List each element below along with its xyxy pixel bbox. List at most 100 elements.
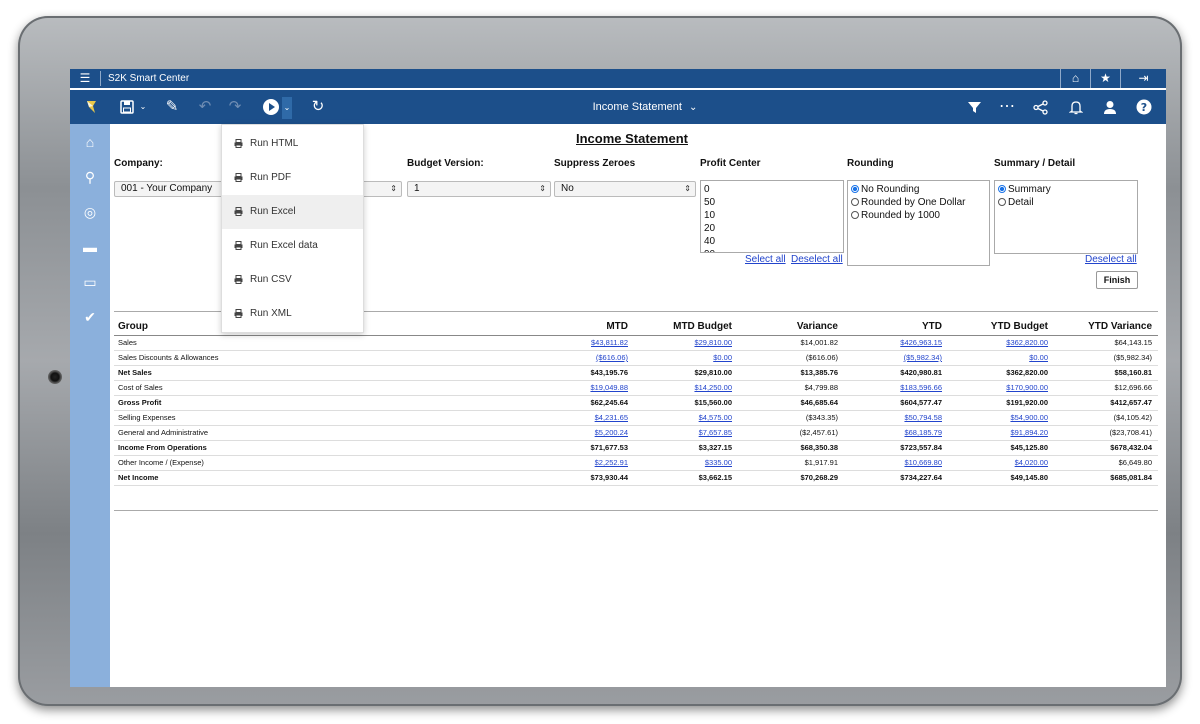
suppress-zeroes-select[interactable]: No ⇕ xyxy=(554,181,696,197)
left-rail: ⌂ ⚲ ◎ ▬ ▭ ✔ xyxy=(70,124,110,687)
list-item[interactable]: 90 xyxy=(704,248,840,252)
mtd-budget-link[interactable]: $14,250.00 xyxy=(694,383,732,392)
ytd-budget-cell: $54,900.00 xyxy=(948,410,1054,426)
list-item[interactable]: 40 xyxy=(704,235,840,248)
redo-icon[interactable]: ↷ xyxy=(224,90,246,124)
ytd-budget-link[interactable]: $91,894.20 xyxy=(1010,428,1048,437)
mtd-link[interactable]: $19,049.88 xyxy=(590,383,628,392)
deselect-all-summary-link[interactable]: Deselect all xyxy=(1085,254,1137,265)
detail-option[interactable]: Detail xyxy=(998,196,1134,209)
list-item[interactable]: 50 xyxy=(704,196,840,209)
mtd-budget-link[interactable]: $0.00 xyxy=(713,353,732,362)
ytd-cell: $183,596.66 xyxy=(844,380,948,396)
table-row: General and Administrative $5,200.24 $7,65… xyxy=(114,425,1158,441)
star-icon[interactable]: ★ xyxy=(1090,69,1120,88)
deselect-all-link[interactable]: Deselect all xyxy=(791,254,843,265)
mtd-link[interactable]: ($616.06) xyxy=(596,353,628,362)
column-header: MTD xyxy=(474,318,634,336)
help-icon[interactable]: ? xyxy=(1132,90,1156,124)
table-row: Income From Operations $71,677.53 $3,327.1… xyxy=(114,440,1158,456)
save-icon[interactable] xyxy=(116,90,138,124)
ytd-budget-cell: $362,820.00 xyxy=(948,335,1054,351)
run-dropdown-icon[interactable]: ⌄ xyxy=(282,97,292,119)
summary-detail-options: Summary Detail xyxy=(994,180,1138,254)
logout-icon[interactable]: ⇥ xyxy=(1120,69,1166,88)
printer-icon xyxy=(234,241,243,250)
filter-icon[interactable] xyxy=(962,90,986,124)
mtd-budget-link[interactable]: $335.00 xyxy=(705,458,732,467)
contacts-icon[interactable]: ▭ xyxy=(80,272,100,292)
folder-icon[interactable]: ▬ xyxy=(80,237,100,257)
report-title: Income Statement xyxy=(592,101,682,113)
pin-icon[interactable] xyxy=(80,90,104,124)
share-icon[interactable] xyxy=(1028,90,1052,124)
group-cell: Net Sales xyxy=(114,365,474,381)
budget-version-select[interactable]: 1 ⇕ xyxy=(407,181,551,197)
mtd-link[interactable]: $43,811.82 xyxy=(591,338,628,347)
globe-icon[interactable]: ◎ xyxy=(80,202,100,222)
ytd-cell: $723,557.84 xyxy=(844,440,948,456)
report-selector[interactable]: Income Statement ⌄ xyxy=(570,90,720,125)
ytd-budget-link[interactable]: $362,820.00 xyxy=(1006,338,1048,347)
ytd-link[interactable]: $183,596.66 xyxy=(900,383,942,392)
mtd-link[interactable]: $5,200.24 xyxy=(595,428,628,437)
user-icon[interactable] xyxy=(1098,90,1122,124)
ytd-budget-link[interactable]: $170,900.00 xyxy=(1006,383,1048,392)
list-item[interactable]: 10 xyxy=(704,209,840,222)
run-csv-item[interactable]: Run CSV xyxy=(222,263,363,297)
pencil-icon[interactable]: ✎ xyxy=(160,90,184,124)
select-all-link[interactable]: Select all xyxy=(745,254,786,265)
group-cell: Net Income xyxy=(114,470,474,486)
mtd-cell: $62,245.64 xyxy=(474,395,634,411)
search-icon[interactable]: ⚲ xyxy=(80,167,100,187)
ytd-link[interactable]: $426,963.15 xyxy=(900,338,942,347)
run-excel-data-item[interactable]: Run Excel data xyxy=(222,229,363,263)
rounding-option-label: No Rounding xyxy=(861,184,920,195)
rounding-option-dollar[interactable]: Rounded by One Dollar xyxy=(851,196,986,209)
refresh-icon[interactable]: ↻ xyxy=(306,90,330,124)
run-xml-item[interactable]: Run XML xyxy=(222,297,363,331)
undo-icon[interactable]: ↶ xyxy=(194,90,216,124)
run-pdf-item[interactable]: Run PDF xyxy=(222,161,363,195)
ytd-link[interactable]: ($5,982.34) xyxy=(904,353,942,362)
list-item[interactable]: 20 xyxy=(704,222,840,235)
mtd-budget-link[interactable]: $29,810.00 xyxy=(694,338,732,347)
profit-center-list[interactable]: 0 50 10 20 40 90 xyxy=(700,180,844,253)
radio-icon xyxy=(851,185,859,193)
mtd-budget-link[interactable]: $7,657.85 xyxy=(699,428,732,437)
variance-cell: $4,799.88 xyxy=(738,380,844,396)
rounding-option-none[interactable]: No Rounding xyxy=(851,183,986,196)
more-icon[interactable]: ⋯ xyxy=(995,90,1019,124)
bell-icon[interactable] xyxy=(1064,90,1088,124)
home-icon[interactable]: ⌂ xyxy=(80,132,100,152)
table-row: Sales Discounts & Allowances ($616.06) $0.… xyxy=(114,350,1158,366)
ytd-budget-link[interactable]: $4,020.00 xyxy=(1015,458,1048,467)
ytd-variance-cell: $12,696.66 xyxy=(1054,380,1158,396)
hamburger-icon[interactable]: ☰ xyxy=(76,71,94,86)
ytd-link[interactable]: $10,669.80 xyxy=(904,458,942,467)
printer-icon xyxy=(234,207,243,216)
mtd-budget-cell: $335.00 xyxy=(634,455,738,471)
ytd-link[interactable]: $50,794.58 xyxy=(904,413,942,422)
run-button[interactable]: ⌄ xyxy=(256,93,296,121)
list-item[interactable]: 0 xyxy=(704,183,840,196)
finish-button[interactable]: Finish xyxy=(1096,271,1138,289)
ytd-budget-link[interactable]: $54,900.00 xyxy=(1010,413,1048,422)
home-icon[interactable]: ⌂ xyxy=(1060,69,1090,88)
run-html-item[interactable]: Run HTML xyxy=(222,127,363,161)
mtd-link[interactable]: $4,231.65 xyxy=(595,413,628,422)
mtd-link[interactable]: $2,252.91 xyxy=(595,458,628,467)
ytd-cell: $734,227.64 xyxy=(844,470,948,486)
check-icon[interactable]: ✔ xyxy=(80,307,100,327)
ytd-variance-cell: $6,649.80 xyxy=(1054,455,1158,471)
budget-version-value: 1 xyxy=(414,183,420,194)
mtd-budget-link[interactable]: $4,575.00 xyxy=(699,413,732,422)
run-excel-item[interactable]: Run Excel xyxy=(222,195,363,229)
rounding-option-1000[interactable]: Rounded by 1000 xyxy=(851,209,986,222)
save-dropdown-icon[interactable]: ⌄ xyxy=(138,90,148,124)
ytd-link[interactable]: $68,185.79 xyxy=(904,428,942,437)
menu-item-label: Run HTML xyxy=(250,138,299,149)
ytd-budget-link[interactable]: $0.00 xyxy=(1029,353,1048,362)
column-header: Variance xyxy=(738,318,844,336)
summary-option[interactable]: Summary xyxy=(998,183,1134,196)
